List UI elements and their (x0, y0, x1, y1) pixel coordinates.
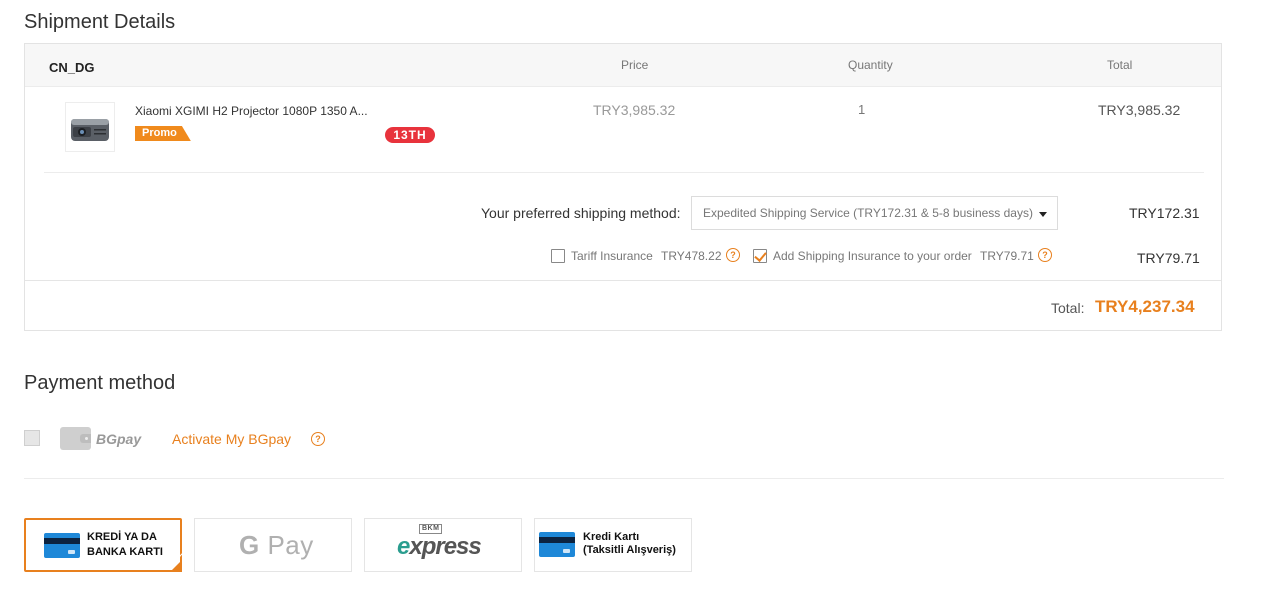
item-quantity: 1 (858, 102, 866, 117)
store-name: CN_DG (49, 60, 95, 75)
shipment-title: Shipment Details (24, 11, 176, 33)
pay-option-label: Kredi Kartı (Taksitli Alışveriş) (583, 531, 676, 556)
check-icon (754, 249, 767, 262)
bkm-express-logo: express (397, 533, 482, 560)
shipping-method-select[interactable]: Expedited Shipping Service (TRY172.31 & … (691, 196, 1058, 230)
activate-bgpay-link[interactable]: Activate My BGpay (172, 431, 291, 447)
pay-option-debit-credit-card[interactable]: KREDİ YA DA BANKA KARTI (24, 518, 183, 572)
help-icon[interactable]: ? (311, 432, 325, 446)
product-thumbnail[interactable] (65, 102, 115, 152)
column-quantity: Quantity (848, 58, 893, 72)
shipping-insurance-label: Add Shipping Insurance to your order (773, 249, 972, 263)
column-total: Total (1107, 58, 1133, 72)
divider (24, 478, 1224, 479)
anniversary-badge: 13TH (385, 127, 435, 143)
total-value: TRY4,237.34 (1095, 297, 1195, 316)
divider (25, 280, 1221, 281)
shipment-box: CN_DG Price Quantity Total Xiaomi XGIMI … (24, 43, 1222, 331)
pay-option-google-pay[interactable]: G Pay (194, 518, 352, 572)
shipping-method-value: Expedited Shipping Service (TRY172.31 & … (703, 206, 1033, 220)
tariff-insurance-checkbox[interactable] (551, 249, 565, 263)
shipping-insurance-price: TRY79.71 (980, 249, 1034, 263)
shipping-insurance-checkbox[interactable] (753, 249, 767, 263)
selected-corner-icon (170, 551, 183, 572)
payment-title: Payment method (24, 372, 176, 394)
shipping-cost: TRY172.31 (1129, 205, 1200, 221)
divider (44, 172, 1204, 173)
pay-option-label: KREDİ YA DA BANKA KARTI (87, 531, 163, 558)
shipment-header: CN_DG Price Quantity Total (25, 44, 1221, 87)
credit-card-icon (539, 532, 575, 557)
tariff-insurance-price: TRY478.22 (661, 249, 722, 263)
bgpay-checkbox[interactable] (24, 430, 40, 446)
pay-option-installment-card[interactable]: Kredi Kartı (Taksitli Alışveriş) (534, 518, 692, 572)
tariff-insurance-label: Tariff Insurance (571, 249, 653, 263)
product-name[interactable]: Xiaomi XGIMI H2 Projector 1080P 1350 A..… (135, 104, 368, 118)
bgpay-logo: BGpay (96, 431, 142, 447)
item-price: TRY3,985.32 (593, 102, 676, 118)
total-label: Total: (1051, 300, 1085, 316)
promo-tag: Promo (135, 126, 191, 141)
pay-option-bkm-express[interactable]: BKM express (364, 518, 522, 572)
help-icon[interactable]: ? (1038, 248, 1052, 262)
help-icon[interactable]: ? (726, 248, 740, 262)
google-pay-logo: G Pay (239, 530, 314, 560)
item-total: TRY3,985.32 (1098, 102, 1181, 118)
wallet-icon (60, 427, 91, 450)
insurance-cost: TRY79.71 (1137, 250, 1200, 266)
projector-icon (71, 119, 109, 141)
chevron-down-icon (1039, 212, 1047, 217)
column-price: Price (621, 58, 649, 72)
credit-card-icon (44, 533, 80, 558)
shipping-method-label: Your preferred shipping method: (481, 205, 681, 221)
